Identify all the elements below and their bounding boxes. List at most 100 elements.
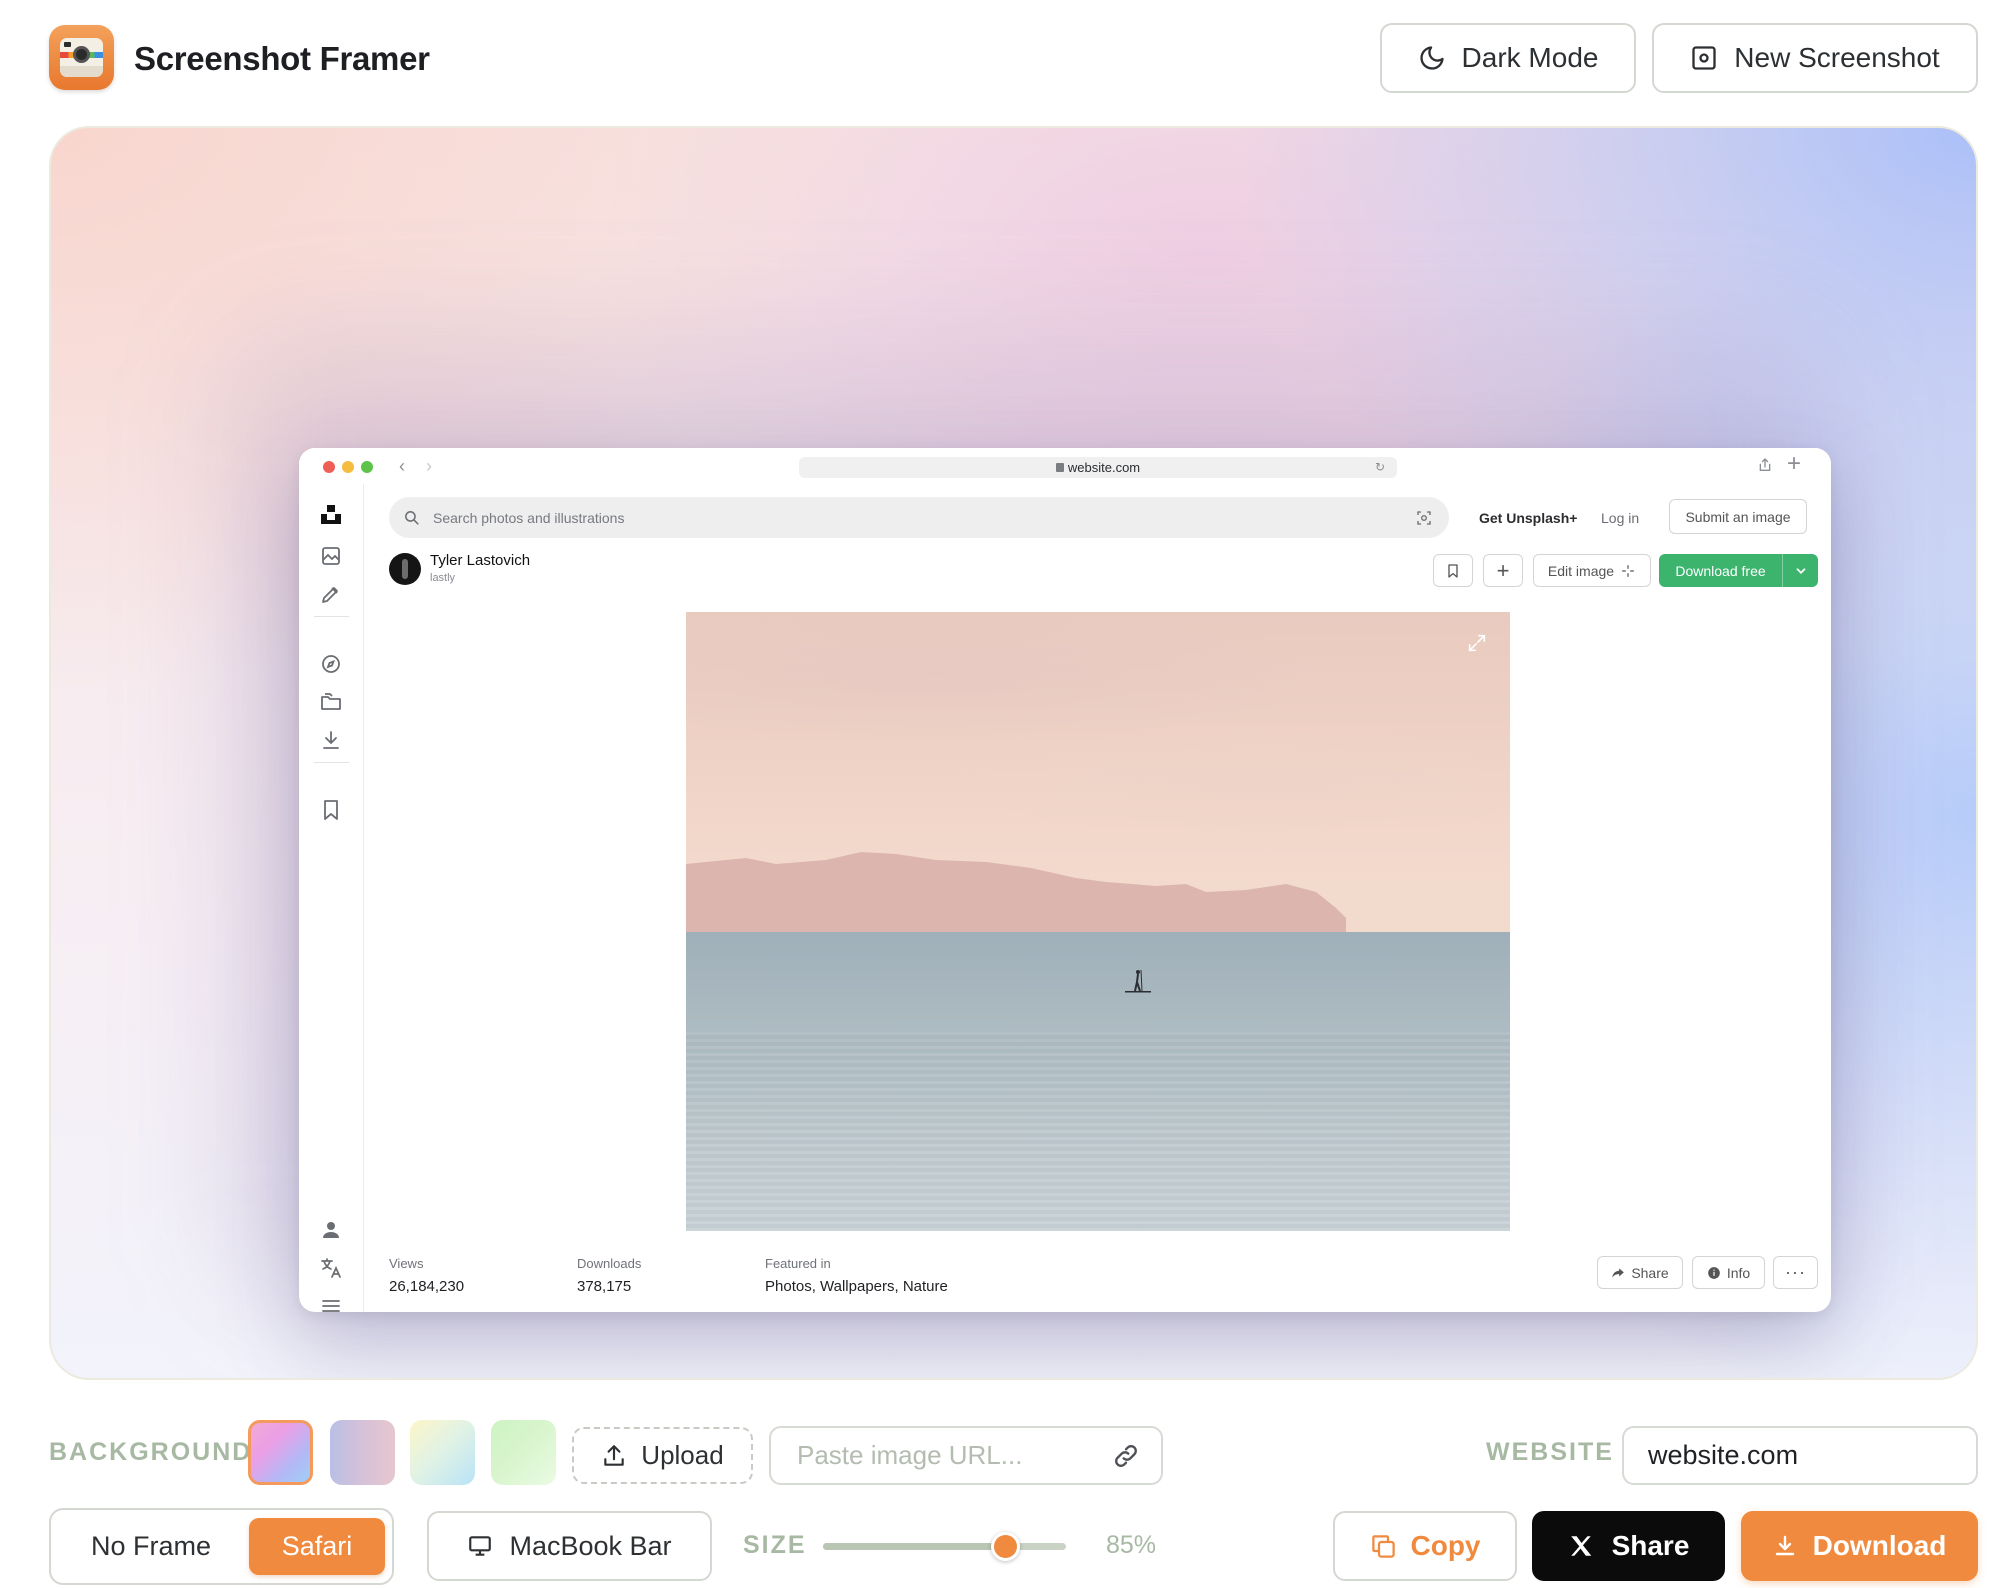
photo-info-button: Info (1692, 1256, 1765, 1289)
browser-window: ‹ › website.com ↻ + Search photos and il… (299, 448, 1831, 1312)
x-logo-icon (1570, 1536, 1591, 1556)
back-chevron-icon: ‹ (399, 456, 405, 476)
safari-titlebar: ‹ › website.com ↻ + (299, 448, 1831, 484)
new-screenshot-label: New Screenshot (1734, 42, 1940, 73)
link-icon[interactable] (1112, 1442, 1140, 1470)
illustrations-pen-icon (322, 587, 338, 603)
photo-info-label: Info (1726, 1264, 1751, 1281)
screenshot-icon (1692, 46, 1716, 70)
unsplash-logo-icon (321, 505, 341, 524)
photo-headland (686, 852, 1346, 934)
moon-icon (1419, 46, 1444, 70)
photo-search-bar: Search photos and illustrations (389, 497, 1449, 538)
user-icon (323, 1222, 339, 1238)
get-unsplash-plus-link: Get Unsplash+ (1479, 510, 1578, 526)
menu-icon (322, 1300, 340, 1312)
sparkle-icon (1622, 564, 1635, 577)
no-frame-option[interactable]: No Frame (61, 1518, 241, 1575)
new-tab-icon: + (1787, 450, 1802, 477)
monitor-icon (469, 1536, 492, 1556)
paddleboarder-figure (1125, 969, 1151, 993)
more-dots-icon: ··· (1785, 1262, 1806, 1282)
translate-icon (321, 1258, 341, 1278)
unsplash-sidebar (299, 484, 364, 1312)
download-icon (323, 731, 339, 749)
macbook-bar-label: MacBook Bar (509, 1530, 672, 1561)
website-input[interactable] (1622, 1426, 1978, 1485)
size-value: 85% (1106, 1531, 1157, 1559)
downloads-value: 378,175 (577, 1278, 632, 1295)
size-slider-fill (823, 1543, 1006, 1550)
background-swatch-mint[interactable] (491, 1420, 556, 1485)
featured-in-value: Photos, Wallpapers, Nature (765, 1278, 948, 1295)
size-label: SIZE (743, 1531, 807, 1559)
photos-icon (322, 547, 340, 565)
dark-mode-button[interactable]: Dark Mode (1380, 23, 1636, 93)
author-handle: lastly (430, 572, 456, 584)
more-options-button: ··· (1773, 1256, 1818, 1289)
search-icon (405, 511, 419, 525)
bookmark-icon (324, 800, 338, 820)
photo-share-label: Share (1631, 1264, 1669, 1281)
views-label: Views (389, 1256, 424, 1271)
bookmark-button (1433, 554, 1473, 587)
share-arrow-icon (1612, 1267, 1625, 1278)
minimize-dot-icon (342, 461, 354, 473)
download-label: Download (1812, 1530, 1947, 1561)
add-to-collection-button: + (1483, 554, 1523, 587)
frame-style-toggle: No Frame Safari (49, 1508, 394, 1585)
image-url-input[interactable] (769, 1426, 1163, 1485)
featured-in-label: Featured in (765, 1256, 831, 1271)
featured-photo (686, 612, 1510, 1231)
share-icon (1759, 458, 1771, 471)
share-x-button[interactable]: Share (1532, 1511, 1725, 1581)
photo-sea (686, 932, 1510, 1231)
download-icon (1775, 1535, 1794, 1556)
plus-icon: + (1496, 557, 1510, 583)
size-slider[interactable] (823, 1532, 1066, 1561)
background-swatch-pink-blue[interactable] (248, 1420, 313, 1485)
upload-icon (604, 1444, 625, 1466)
close-dot-icon (323, 461, 335, 473)
app-title: Screenshot Framer (134, 40, 430, 77)
app-logo-icon (49, 25, 114, 90)
preview-canvas: ‹ › website.com ↻ + Search photos and il… (49, 126, 1978, 1380)
forward-chevron-icon: › (426, 456, 432, 476)
url-text: website.com (1067, 460, 1141, 475)
download-free-label: Download free (1675, 562, 1766, 579)
download-button[interactable]: Download (1741, 1511, 1978, 1581)
info-icon (1707, 1266, 1720, 1279)
visual-search-icon (1417, 511, 1431, 525)
upload-label: Upload (641, 1440, 724, 1470)
copy-icon (1371, 1534, 1395, 1558)
safari-frame-option[interactable]: Safari (249, 1518, 385, 1575)
background-swatch-yellow-cyan[interactable] (410, 1420, 475, 1485)
author-avatar (389, 553, 421, 585)
bookmark-icon (1448, 563, 1458, 578)
macbook-bar-button[interactable]: MacBook Bar (427, 1511, 712, 1581)
zoom-dot-icon (361, 461, 373, 473)
photo-share-button: Share (1597, 1256, 1683, 1289)
lock-icon (1055, 463, 1064, 472)
copy-label: Copy (1410, 1530, 1481, 1561)
website-label: WEBSITE (1486, 1438, 1614, 1466)
background-swatch-lavender[interactable] (330, 1420, 395, 1485)
dark-mode-label: Dark Mode (1461, 42, 1599, 73)
size-slider-thumb[interactable] (990, 1532, 1020, 1561)
background-label: BACKGROUND (49, 1438, 253, 1466)
login-link: Log in (1601, 510, 1640, 526)
sidebar-divider (314, 616, 349, 617)
views-value: 26,184,230 (389, 1278, 465, 1295)
downloads-label: Downloads (577, 1256, 642, 1271)
reload-icon: ↻ (1374, 460, 1385, 474)
new-screenshot-button[interactable]: New Screenshot (1652, 23, 1978, 93)
author-name: Tyler Lastovich (430, 552, 531, 569)
sidebar-divider (314, 762, 349, 763)
submit-image-button: Submit an image (1669, 499, 1807, 534)
upload-background-button[interactable]: Upload (572, 1427, 753, 1484)
download-free-button: Download free (1659, 554, 1818, 587)
share-label: Share (1611, 1530, 1690, 1561)
collections-icon (321, 693, 341, 710)
search-placeholder: Search photos and illustrations (433, 509, 625, 526)
copy-button[interactable]: Copy (1333, 1511, 1517, 1581)
